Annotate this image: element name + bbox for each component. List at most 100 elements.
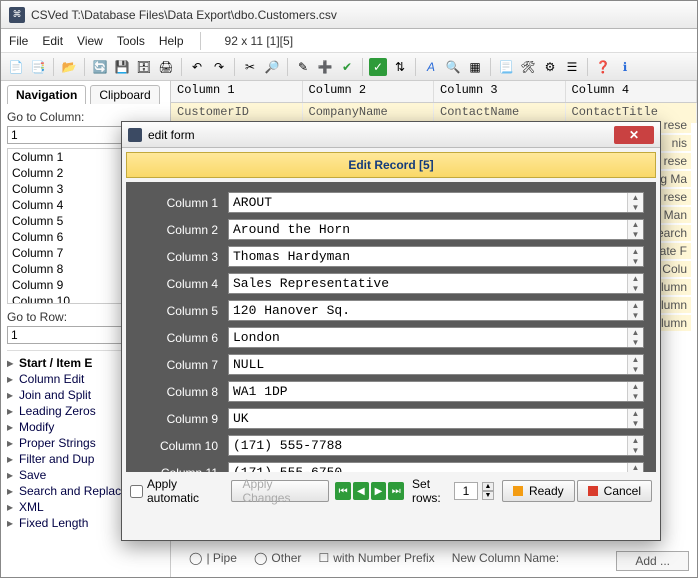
- edit-icon[interactable]: ✎: [294, 58, 312, 76]
- close-icon[interactable]: ✕: [614, 126, 654, 144]
- menu-file[interactable]: File: [9, 34, 28, 48]
- copy-icon[interactable]: 📑: [29, 58, 47, 76]
- field-wrapper: ▲▼: [228, 381, 644, 402]
- spin-up-icon[interactable]: ▲: [628, 274, 643, 284]
- grid-row[interactable]: CustomerIDCompanyNameContactNameContactT…: [171, 103, 697, 123]
- form-row: Column 1▲▼: [138, 192, 644, 213]
- font-icon[interactable]: A: [422, 58, 440, 76]
- spin-up-icon[interactable]: ▲: [628, 436, 643, 446]
- spin-down-icon[interactable]: ▼: [628, 446, 643, 456]
- nav-prev-icon[interactable]: ◀: [353, 482, 369, 500]
- sort-icon[interactable]: ⇅: [391, 58, 409, 76]
- setrows-input[interactable]: [454, 482, 478, 500]
- add-button[interactable]: Add ...: [616, 551, 689, 571]
- field-input[interactable]: [229, 328, 627, 347]
- spin-down-icon[interactable]: ▼: [628, 392, 643, 402]
- list-icon[interactable]: ☰: [563, 58, 581, 76]
- undo-icon[interactable]: ↶: [188, 58, 206, 76]
- tab-clipboard[interactable]: Clipboard: [90, 85, 159, 104]
- spin-down-icon[interactable]: ▼: [628, 203, 643, 213]
- gear-icon[interactable]: ⚙: [541, 58, 559, 76]
- grid-cell[interactable]: CompanyName: [303, 103, 435, 123]
- field-input[interactable]: [229, 274, 627, 293]
- spin-up-icon[interactable]: ▲: [628, 463, 643, 472]
- cancel-button[interactable]: Cancel: [577, 480, 652, 502]
- redo-icon[interactable]: ↷: [210, 58, 228, 76]
- spin-down-icon[interactable]: ▼: [628, 257, 643, 267]
- spin-up-icon[interactable]: ▲: [628, 193, 643, 203]
- refresh-icon[interactable]: 🔄: [91, 58, 109, 76]
- dialog-titlebar[interactable]: edit form ✕: [122, 122, 660, 148]
- opt-pipe[interactable]: ◯ | Pipe: [189, 551, 237, 565]
- field-spinner: ▲▼: [627, 355, 643, 374]
- grid-header-cell[interactable]: Column 1: [171, 81, 303, 102]
- spin-down-icon[interactable]: ▼: [628, 311, 643, 321]
- field-input[interactable]: [229, 247, 627, 266]
- doc-icon[interactable]: 📃: [497, 58, 515, 76]
- grid-cell[interactable]: ContactName: [434, 103, 566, 123]
- menu-view[interactable]: View: [77, 34, 103, 48]
- open-icon[interactable]: 📂: [60, 58, 78, 76]
- menu-help[interactable]: Help: [159, 34, 184, 48]
- grid-cell[interactable]: CustomerID: [171, 103, 303, 123]
- nav-next-icon[interactable]: ▶: [371, 482, 387, 500]
- zoom-icon[interactable]: 🔍: [444, 58, 462, 76]
- apply-automatic-checkbox[interactable]: [130, 485, 143, 498]
- field-input[interactable]: [229, 382, 627, 401]
- chk-prefix[interactable]: ☐ with Number Prefix: [318, 551, 434, 565]
- info-icon[interactable]: ℹ: [616, 58, 634, 76]
- spin-down-icon[interactable]: ▼: [628, 338, 643, 348]
- field-label: Column 3: [138, 250, 218, 264]
- form-row: Column 10▲▼: [138, 435, 644, 456]
- nav-first-icon[interactable]: ⏮: [335, 482, 351, 500]
- field-input[interactable]: [229, 436, 627, 455]
- setrows-down-icon[interactable]: ▼: [482, 491, 494, 500]
- seek-icon[interactable]: 🔎: [263, 58, 281, 76]
- main-window: ⌘ CSVed T:\Database Files\Data Export\db…: [0, 0, 698, 578]
- ready-button[interactable]: Ready: [502, 480, 575, 502]
- new-icon[interactable]: 📄: [7, 58, 25, 76]
- cut-icon[interactable]: ✂: [241, 58, 259, 76]
- field-wrapper: ▲▼: [228, 408, 644, 429]
- print-icon[interactable]: 🖨: [157, 58, 175, 76]
- spin-up-icon[interactable]: ▲: [628, 247, 643, 257]
- field-input[interactable]: [229, 193, 627, 212]
- spin-up-icon[interactable]: ▲: [628, 355, 643, 365]
- grid-header-cell[interactable]: Column 4: [566, 81, 698, 102]
- help-icon[interactable]: ❓: [594, 58, 612, 76]
- grid-icon[interactable]: ▦: [466, 58, 484, 76]
- apply-changes-button[interactable]: Apply Changes: [231, 480, 329, 502]
- grid-header-cell[interactable]: Column 3: [434, 81, 566, 102]
- field-input[interactable]: [229, 355, 627, 374]
- spin-down-icon[interactable]: ▼: [628, 284, 643, 294]
- field-input[interactable]: [229, 409, 627, 428]
- field-input[interactable]: [229, 220, 627, 239]
- save-icon[interactable]: 💾: [113, 58, 131, 76]
- field-spinner: ▲▼: [627, 274, 643, 293]
- tab-navigation[interactable]: Navigation: [7, 85, 86, 104]
- spin-up-icon[interactable]: ▲: [628, 301, 643, 311]
- spin-up-icon[interactable]: ▲: [628, 409, 643, 419]
- spin-down-icon[interactable]: ▼: [628, 230, 643, 240]
- spin-up-icon[interactable]: ▲: [628, 328, 643, 338]
- spin-up-icon[interactable]: ▲: [628, 220, 643, 230]
- add-icon[interactable]: ➕: [316, 58, 334, 76]
- spin-down-icon[interactable]: ▼: [628, 365, 643, 375]
- field-spinner: ▲▼: [627, 220, 643, 239]
- spin-up-icon[interactable]: ▲: [628, 382, 643, 392]
- spin-down-icon[interactable]: ▼: [628, 419, 643, 429]
- apply-automatic-check[interactable]: Apply automatic: [130, 477, 225, 505]
- opt-other[interactable]: ◯ Other: [254, 551, 301, 565]
- ok-icon[interactable]: ✓: [369, 58, 387, 76]
- nav-last-icon[interactable]: ⏭: [388, 482, 404, 500]
- grid-header-cell[interactable]: Column 2: [303, 81, 435, 102]
- check-icon[interactable]: ✔: [338, 58, 356, 76]
- field-input[interactable]: [229, 301, 627, 320]
- field-input[interactable]: [229, 463, 627, 472]
- form-row: Column 5▲▼: [138, 300, 644, 321]
- tools-icon[interactable]: 🛠: [519, 58, 537, 76]
- menu-tools[interactable]: Tools: [117, 34, 145, 48]
- saveall-icon[interactable]: 🗄: [135, 58, 153, 76]
- setrows-up-icon[interactable]: ▲: [482, 482, 494, 491]
- menu-edit[interactable]: Edit: [42, 34, 63, 48]
